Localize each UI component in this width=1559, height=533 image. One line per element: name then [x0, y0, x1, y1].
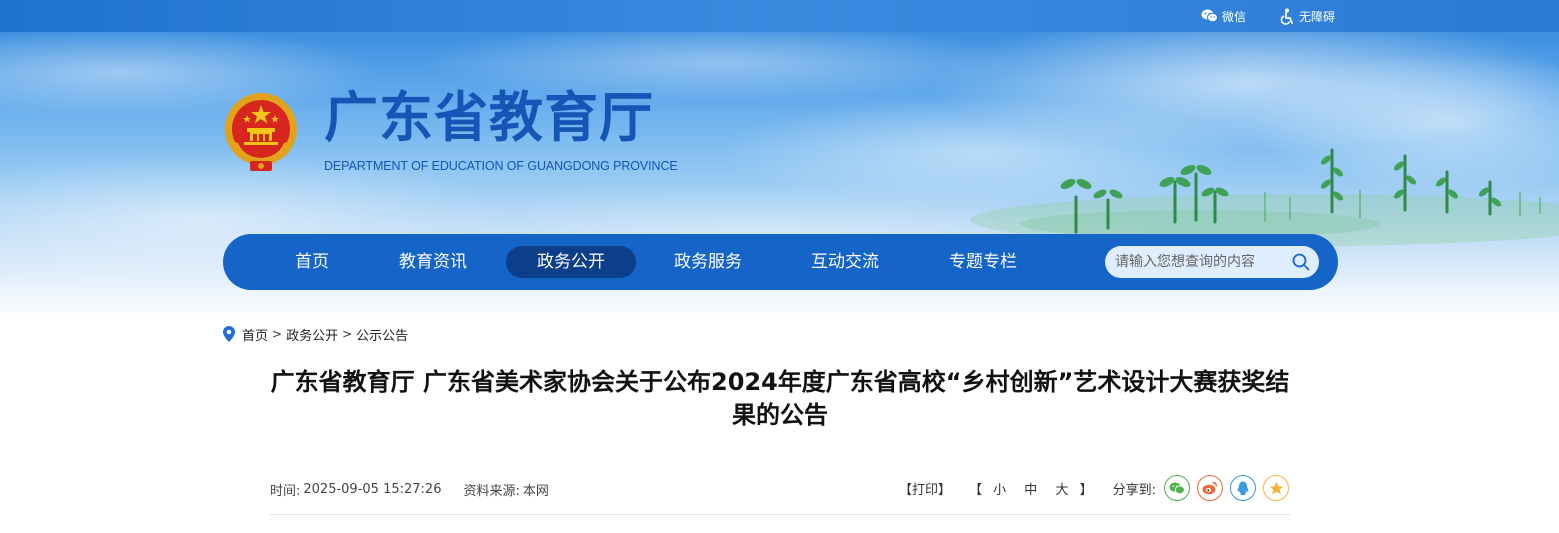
accessibility-icon: [1280, 8, 1293, 25]
meta-divider: [270, 514, 1290, 515]
nav-item-government-services[interactable]: 政务服务: [643, 246, 773, 278]
search-input[interactable]: [1115, 246, 1285, 278]
breadcrumb-separator: >: [342, 327, 353, 341]
nav-item-interaction[interactable]: 互动交流: [780, 246, 910, 278]
breadcrumb: 首页 > 政务公开 > 公示公告: [223, 324, 408, 344]
wechat-link[interactable]: 微信: [1201, 7, 1246, 25]
font-size-controls: 【 小 中 大 】: [969, 479, 1093, 498]
nav-item-education-news[interactable]: 教育资讯: [368, 246, 498, 278]
breadcrumb-separator: >: [272, 327, 283, 341]
accessibility-label: 无障碍: [1299, 9, 1336, 24]
nav-item-government-affairs[interactable]: 政务公开: [506, 246, 636, 278]
share-qq-button[interactable]: [1230, 475, 1256, 501]
article-title: 广东省教育厅 广东省美术家协会关于公布2024年度广东省高校“乡村创新”艺术设计…: [270, 368, 1290, 429]
site-subtitle: DEPARTMENT OF EDUCATION OF GUANGDONG PRO…: [324, 159, 678, 173]
qzone-star-icon: [1269, 481, 1283, 494]
share-weibo-button[interactable]: [1197, 475, 1223, 501]
location-pin-icon: [223, 326, 235, 342]
wechat-label: 微信: [1222, 9, 1247, 24]
font-large-button[interactable]: 大: [1055, 483, 1068, 498]
search-box: [1105, 246, 1319, 278]
wechat-icon: [1201, 9, 1218, 23]
font-bracket-close: 】: [1079, 482, 1093, 498]
wechat-icon: [1169, 481, 1185, 494]
article-meta: 时间: 2025-09-05 15:27:26 资料来源: 本网: [270, 479, 549, 499]
qq-icon: [1237, 481, 1249, 495]
top-utility-bar: 微信 无障碍: [0, 0, 1559, 32]
font-small-button[interactable]: 小: [993, 483, 1006, 498]
share-qzone-button[interactable]: [1263, 475, 1289, 501]
source-label: 资料来源:: [463, 483, 520, 499]
breadcrumb-announcements[interactable]: 公示公告: [356, 325, 408, 344]
font-bracket-open: 【: [968, 482, 982, 498]
breadcrumb-government-affairs[interactable]: 政务公开: [286, 325, 338, 344]
accessibility-link[interactable]: 无障碍: [1279, 7, 1335, 25]
share-label: 分享到:: [1112, 482, 1156, 498]
font-medium-button[interactable]: 中: [1024, 483, 1037, 498]
nav-item-home[interactable]: 首页: [247, 246, 377, 278]
weibo-icon: [1202, 481, 1218, 495]
source-value: 本网: [522, 483, 549, 499]
time-label: 时间:: [270, 483, 301, 499]
main-nav: 首页 教育资讯 政务公开 政务服务 互动交流 专题专栏: [223, 234, 1338, 290]
nav-item-special-topics[interactable]: 专题专栏: [918, 246, 1048, 278]
article-tools: 【打印】 【 小 中 大 】 分享到:: [899, 474, 1289, 502]
search-icon[interactable]: [1291, 252, 1311, 272]
site-title: 广东省教育厅: [324, 86, 654, 149]
national-emblem-logo: [225, 93, 297, 171]
time-value: 2025-09-05 15:27:26: [303, 481, 442, 497]
print-button[interactable]: 【打印】: [899, 479, 951, 498]
breadcrumb-home[interactable]: 首页: [242, 325, 268, 344]
share-wechat-button[interactable]: [1164, 475, 1190, 501]
